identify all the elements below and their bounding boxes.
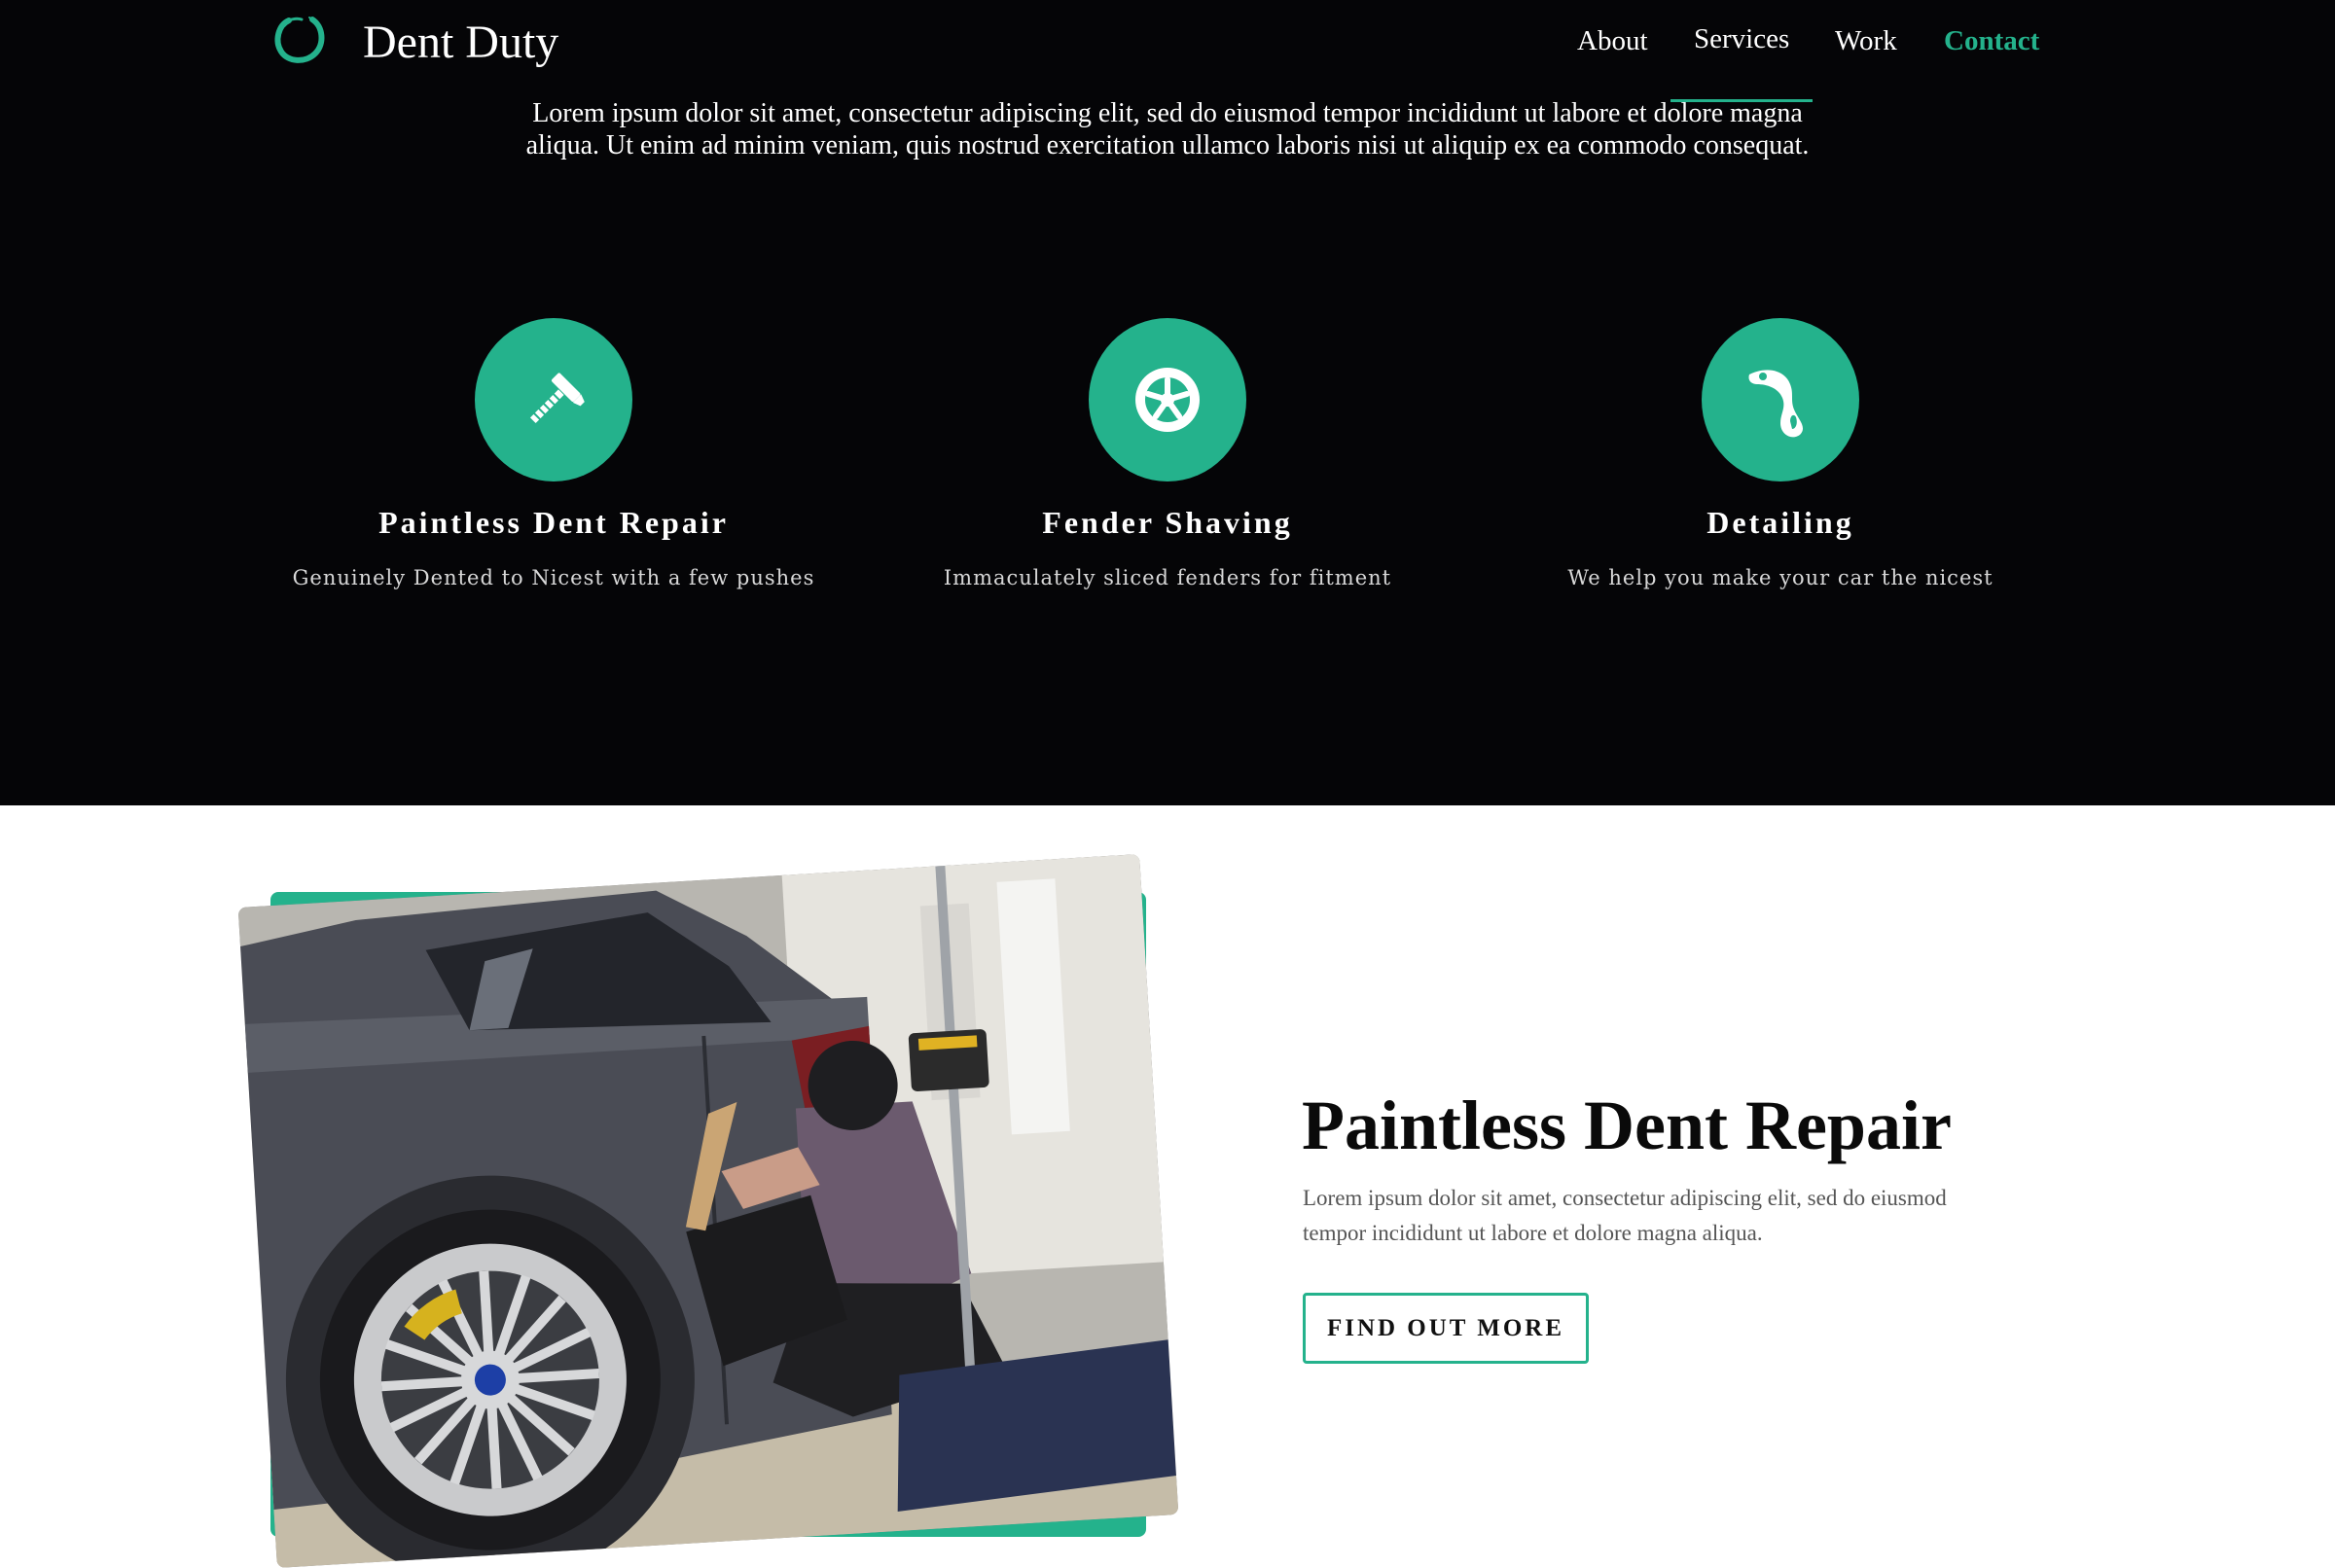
photo-illustration — [237, 854, 1179, 1568]
service-icon-circle — [475, 318, 632, 481]
service-description: Immaculately sliced fenders for fitment — [943, 566, 1392, 589]
nav-link-contact[interactable]: Contact — [1944, 25, 2039, 57]
service-card-dent-repair: Paintless Dent Repair Genuinely Dented t… — [281, 318, 826, 589]
feature-title: Paintless Dent Repair — [1302, 1087, 1952, 1164]
service-icon-circle — [1702, 318, 1859, 481]
service-card-fender-shaving: Fender Shaving Immaculately sliced fende… — [895, 318, 1440, 589]
nav-link-about[interactable]: About — [1577, 25, 1648, 57]
service-title: Detailing — [1706, 505, 1854, 540]
service-title: Paintless Dent Repair — [378, 505, 729, 540]
find-out-more-button[interactable]: FIND OUT MORE — [1303, 1293, 1589, 1364]
service-icon-circle — [1089, 318, 1246, 481]
service-card-detailing: Detailing We help you make your car the … — [1508, 318, 2053, 589]
droplet-icon — [1748, 370, 1804, 438]
brand-name[interactable]: Dent Duty — [363, 16, 558, 69]
service-title: Fender Shaving — [1042, 505, 1293, 540]
services-section: Dent Duty About Services Work Contact Lo… — [0, 0, 2335, 805]
ring-logo-icon[interactable] — [272, 12, 327, 66]
wheel-icon — [1135, 368, 1200, 432]
intro-text: Lorem ipsum dolor sit amet, consectetur … — [525, 98, 1810, 160]
feature-description: Lorem ipsum dolor sit amet, consectetur … — [1303, 1186, 1947, 1245]
hammer-icon — [529, 373, 585, 424]
nav-link-work[interactable]: Work — [1835, 25, 1897, 57]
top-navigation: Dent Duty About Services Work Contact — [0, 0, 2335, 97]
car-dent-repair-photo — [237, 854, 1179, 1568]
nav-link-services[interactable]: Services — [1694, 23, 1789, 55]
service-description: Genuinely Dented to Nicest with a few pu… — [292, 566, 815, 589]
service-description: We help you make your car the nicest — [1567, 566, 1994, 589]
